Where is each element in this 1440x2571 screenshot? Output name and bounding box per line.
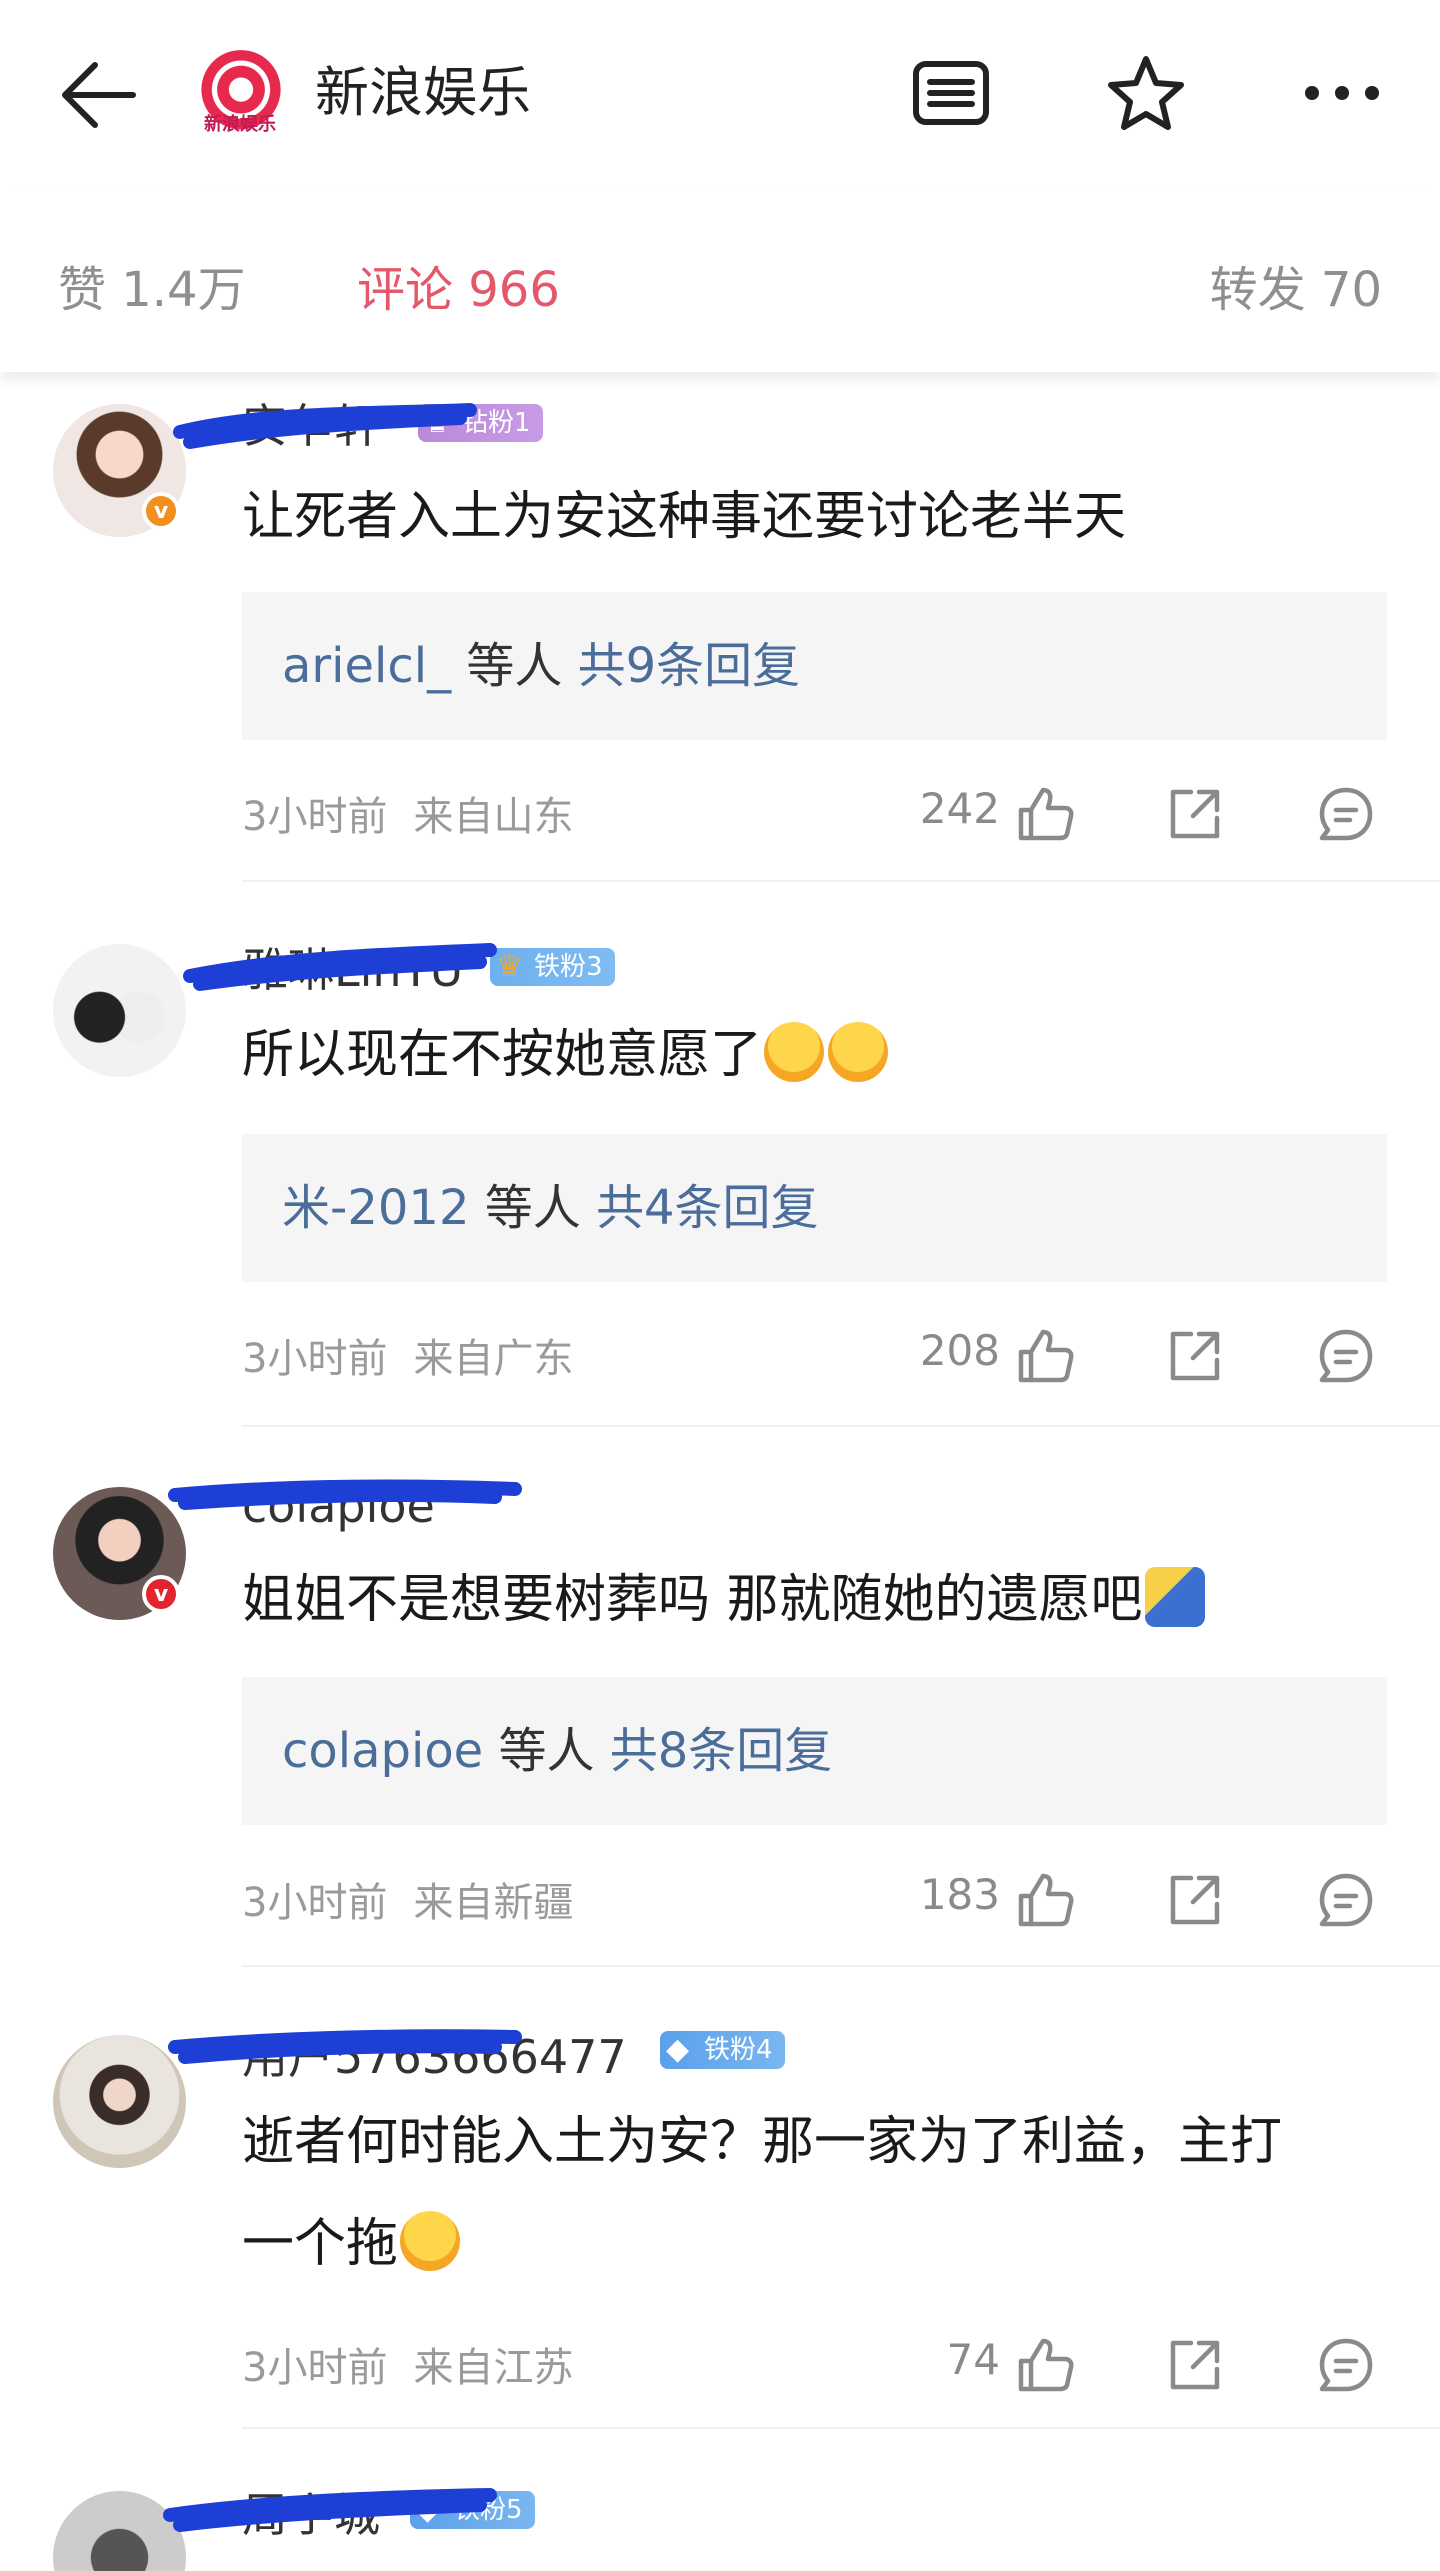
- reply-mid-text: 等人: [483, 1723, 610, 1779]
- comment-meta: 3小时前 来自山东: [242, 784, 573, 842]
- reply-user[interactable]: colapioe: [282, 1723, 483, 1779]
- tab-forward[interactable]: 转发 70: [1210, 260, 1382, 320]
- reply-user[interactable]: 米-2012: [282, 1180, 469, 1236]
- comment-meta: 3小时前 来自广东: [242, 1326, 573, 1384]
- account-title[interactable]: 新浪娱乐: [315, 58, 531, 128]
- redaction-scribble: [168, 1479, 522, 1510]
- tab-like[interactable]: 赞 1.4万: [58, 260, 246, 320]
- avatar[interactable]: [53, 944, 186, 1077]
- reply-user[interactable]: arielcl_: [282, 638, 451, 694]
- reply-count-link[interactable]: 共4条回复: [596, 1180, 819, 1236]
- redaction-scribble: [183, 943, 497, 991]
- location: 来自广东: [413, 1336, 574, 1382]
- redaction-scribble: [173, 403, 477, 449]
- reply-icon[interactable]: [1316, 2335, 1376, 2395]
- fan-badge[interactable]: ♛ 铁粉3: [490, 948, 615, 986]
- diamond-icon: ◆: [666, 2032, 690, 2067]
- redaction-scribble: [168, 2029, 522, 2064]
- replies-box[interactable]: colapioe 等人 共8条回复: [242, 1677, 1387, 1825]
- reply-icon[interactable]: [1316, 784, 1376, 844]
- timestamp: 3小时前: [242, 794, 388, 840]
- comment-item: v colapioe 姐姐不是想要树葬吗 那就随她的遗愿吧 colapioe 等…: [0, 1427, 1440, 1967]
- comment-item: 周宇城 ◆ 铁粉5: [0, 2429, 1440, 2571]
- like-count: 183: [919, 1870, 1000, 1919]
- share-icon[interactable]: [1165, 2335, 1225, 2395]
- timestamp: 3小时前: [242, 2345, 388, 2391]
- comment-meta: 3小时前 来自新疆: [242, 1870, 573, 1928]
- thumb-up-icon[interactable]: [1015, 1326, 1075, 1386]
- crown-icon: ♛: [496, 949, 523, 984]
- share-icon[interactable]: [1165, 1326, 1225, 1386]
- article-icon[interactable]: [906, 48, 996, 138]
- location: 来自江苏: [413, 2345, 574, 2391]
- comment-item: 雅琳LinTU ♛ 铁粉3 所以现在不按她意愿了 米-2012 等人 共4条回复 …: [0, 882, 1440, 1427]
- emoji-icon: [1144, 1567, 1205, 1627]
- tab-comment[interactable]: 评论 966: [357, 260, 560, 320]
- comment-text: 所以现在不按她意愿了: [242, 1004, 1402, 1106]
- tab-bar: 赞 1.4万 评论 966 转发 70: [0, 190, 1440, 372]
- reply-mid-text: 等人: [469, 1180, 597, 1236]
- emoji-icon: [764, 1022, 825, 1082]
- comment-text: 姐姐不是想要树葬吗 那就随她的遗愿吧: [242, 1549, 1402, 1651]
- star-icon[interactable]: [1101, 48, 1191, 138]
- top-bar: 新浪娱乐 新浪娱乐: [0, 0, 1440, 190]
- fan-badge[interactable]: ◆ 铁粉4: [660, 2031, 785, 2069]
- redaction-scribble: [163, 2488, 497, 2532]
- comment-meta: 3小时前 来自江苏: [242, 2335, 573, 2393]
- share-icon[interactable]: [1165, 784, 1225, 844]
- emoji-icon: [400, 2211, 461, 2271]
- comment-text: 让死者入土为安这种事还要讨论老半天: [242, 487, 1127, 547]
- logo-text: 新浪娱乐: [204, 114, 276, 135]
- verified-badge-icon: v: [142, 492, 180, 530]
- reply-icon[interactable]: [1316, 1326, 1376, 1386]
- timestamp: 3小时前: [242, 1880, 388, 1926]
- like-count: 208: [919, 1326, 1000, 1375]
- timestamp: 3小时前: [242, 1336, 388, 1382]
- reply-icon[interactable]: [1316, 1870, 1376, 1930]
- replies-box[interactable]: arielcl_ 等人 共9条回复: [242, 592, 1387, 740]
- location: 来自新疆: [413, 1880, 574, 1926]
- back-arrow-icon[interactable]: [55, 50, 145, 140]
- thumb-up-icon[interactable]: [1015, 1870, 1075, 1930]
- reply-mid-text: 等人: [451, 638, 578, 694]
- thumb-up-icon[interactable]: [1015, 784, 1075, 844]
- like-count: 74: [946, 2335, 1000, 2384]
- reply-count-link[interactable]: 共8条回复: [610, 1723, 833, 1779]
- emoji-icon: [828, 1022, 889, 1082]
- location: 来自山东: [413, 794, 574, 840]
- reply-count-link[interactable]: 共9条回复: [578, 638, 801, 694]
- comment-item: 用户5763666477 ◆ 铁粉4 逝者何时能入土为安？那一家为了利益，主打 一个…: [0, 1967, 1440, 2429]
- more-icon[interactable]: [1297, 48, 1387, 138]
- replies-box[interactable]: 米-2012 等人 共4条回复: [242, 1134, 1387, 1282]
- like-count: 242: [919, 784, 1000, 833]
- thumb-up-icon[interactable]: [1015, 2335, 1075, 2395]
- comment-text: 逝者何时能入土为安？那一家为了利益，主打 一个拖: [242, 2112, 1283, 2274]
- comment-item: v 安乍轩 ♛ 钻粉1 让死者入土为安这种事还要讨论老半天 arielcl_ 等人…: [0, 372, 1440, 882]
- share-icon[interactable]: [1165, 1870, 1225, 1930]
- verified-badge-icon: v: [142, 1575, 180, 1613]
